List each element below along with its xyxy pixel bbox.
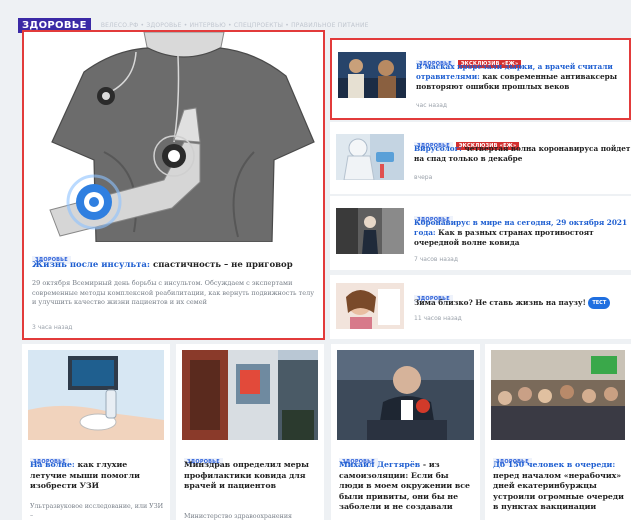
headline-text[interactable]: Как в разных странах противостоят очеред… xyxy=(414,228,594,247)
article-headline[interactable]: Зима близко? Не ставь жизнь на паузу! ТЕ… xyxy=(414,297,631,309)
bottom-article-card[interactable]: ЗДОРОВЬЕ До 150 человек в очереди: перед… xyxy=(485,344,631,520)
article-headline[interactable]: Коронавирус в мире на сегодня, 29 октябр… xyxy=(414,218,631,248)
headline-lead-link[interactable]: Жизнь после инсульта: xyxy=(32,260,150,270)
headline-text[interactable]: перед началом «нерабочих» дней екатеринб… xyxy=(493,471,624,512)
headline-lead-link[interactable]: Михаил Дегтярёв xyxy=(339,460,420,469)
publish-time: час назад xyxy=(416,102,448,109)
article-thumbnail[interactable] xyxy=(336,134,404,180)
headline-text[interactable]: спастичность – не приговор xyxy=(150,260,293,270)
featured-headline[interactable]: Жизнь после инсульта: спастичность – не … xyxy=(32,260,317,271)
bottom-article-card[interactable]: ЗДОРОВЬЕ На волне: как глухие летучие мы… xyxy=(22,344,170,520)
side-article-card[interactable]: ЗДОРОВЬЕ Зима близко? Не ставь жизнь на … xyxy=(330,275,631,339)
featured-lead-text: 29 октября Всемирный день борьбы с инсул… xyxy=(32,279,315,306)
article-lead-text: Ультразвуковое исследование, или УЗИ – xyxy=(30,503,164,519)
side-article-card[interactable]: ЗДОРОВЬЕ Коронавирус в мире на сегодня, … xyxy=(330,196,631,270)
bottom-article-card[interactable]: ЗДОРОВЬЕ Михаил Дегтярёв - из самоизоляц… xyxy=(331,344,480,520)
headline-lead-link[interactable]: На волне: xyxy=(30,460,75,469)
publish-time: 7 часов назад xyxy=(414,256,458,263)
article-thumbnail[interactable] xyxy=(336,283,404,329)
article-thumbnail[interactable] xyxy=(338,52,406,98)
article-headline[interactable]: До 150 человек в очереди: перед началом … xyxy=(493,460,625,513)
article-headline[interactable]: Вирусолог: четвертая волна коронавируса … xyxy=(414,144,631,164)
article-headline[interactable]: Михаил Дегтярёв - из самоизоляции: Если … xyxy=(339,460,474,513)
publish-time: 3 часа назад xyxy=(32,324,73,331)
featured-article-card[interactable]: ЗДОРОВЬЕ Жизнь после инсульта: спастично… xyxy=(22,30,325,340)
article-lead-text: Министерство здравоохранения xyxy=(184,513,293,520)
bottom-article-card[interactable]: ЗДОРОВЬЕ Минздрав определил меры профила… xyxy=(176,344,324,520)
article-thumbnail[interactable] xyxy=(182,350,318,440)
publish-time: вчера xyxy=(414,174,433,181)
headline-text[interactable]: Зима близко? Не ставь жизнь на паузу! xyxy=(414,298,586,307)
headline-lead-link[interactable]: Вирусолог: xyxy=(414,144,462,153)
article-thumbnail[interactable] xyxy=(28,350,164,440)
article-thumbnail[interactable] xyxy=(337,350,474,440)
article-thumbnail[interactable] xyxy=(336,208,404,254)
side-article-card[interactable]: ЗДОРОВЬЕ ЭКСКЛЮЗИВ «ЕЖ» Вирусолог: четвер… xyxy=(330,122,631,194)
publish-time: 11 часов назад xyxy=(414,315,462,322)
article-thumbnail[interactable] xyxy=(491,350,625,440)
article-headline[interactable]: На волне: как глухие летучие мыши помогл… xyxy=(30,460,164,492)
article-headline[interactable]: В масках прорезали дырки, а врачей счита… xyxy=(416,62,629,92)
side-article-card[interactable]: ЗДОРОВЬЕ ЭКСКЛЮЗИВ «ЕЖ» В масках прорезал… xyxy=(330,38,631,120)
article-headline[interactable]: Минздрав определил меры профилактики ков… xyxy=(184,460,318,492)
headline-lead-link[interactable]: До 150 человек в очереди: xyxy=(493,460,615,469)
headline-text[interactable]: Минздрав определил меры профилактики ков… xyxy=(184,460,309,490)
featured-illustration[interactable] xyxy=(24,32,323,243)
test-badge[interactable]: ТЕСТ xyxy=(588,297,611,309)
breadcrumb[interactable]: ВЕЛЕСО.РФ • ЗДОРОВЬЕ • ИНТЕРВЬЮ • СПЕЦПР… xyxy=(101,22,369,29)
